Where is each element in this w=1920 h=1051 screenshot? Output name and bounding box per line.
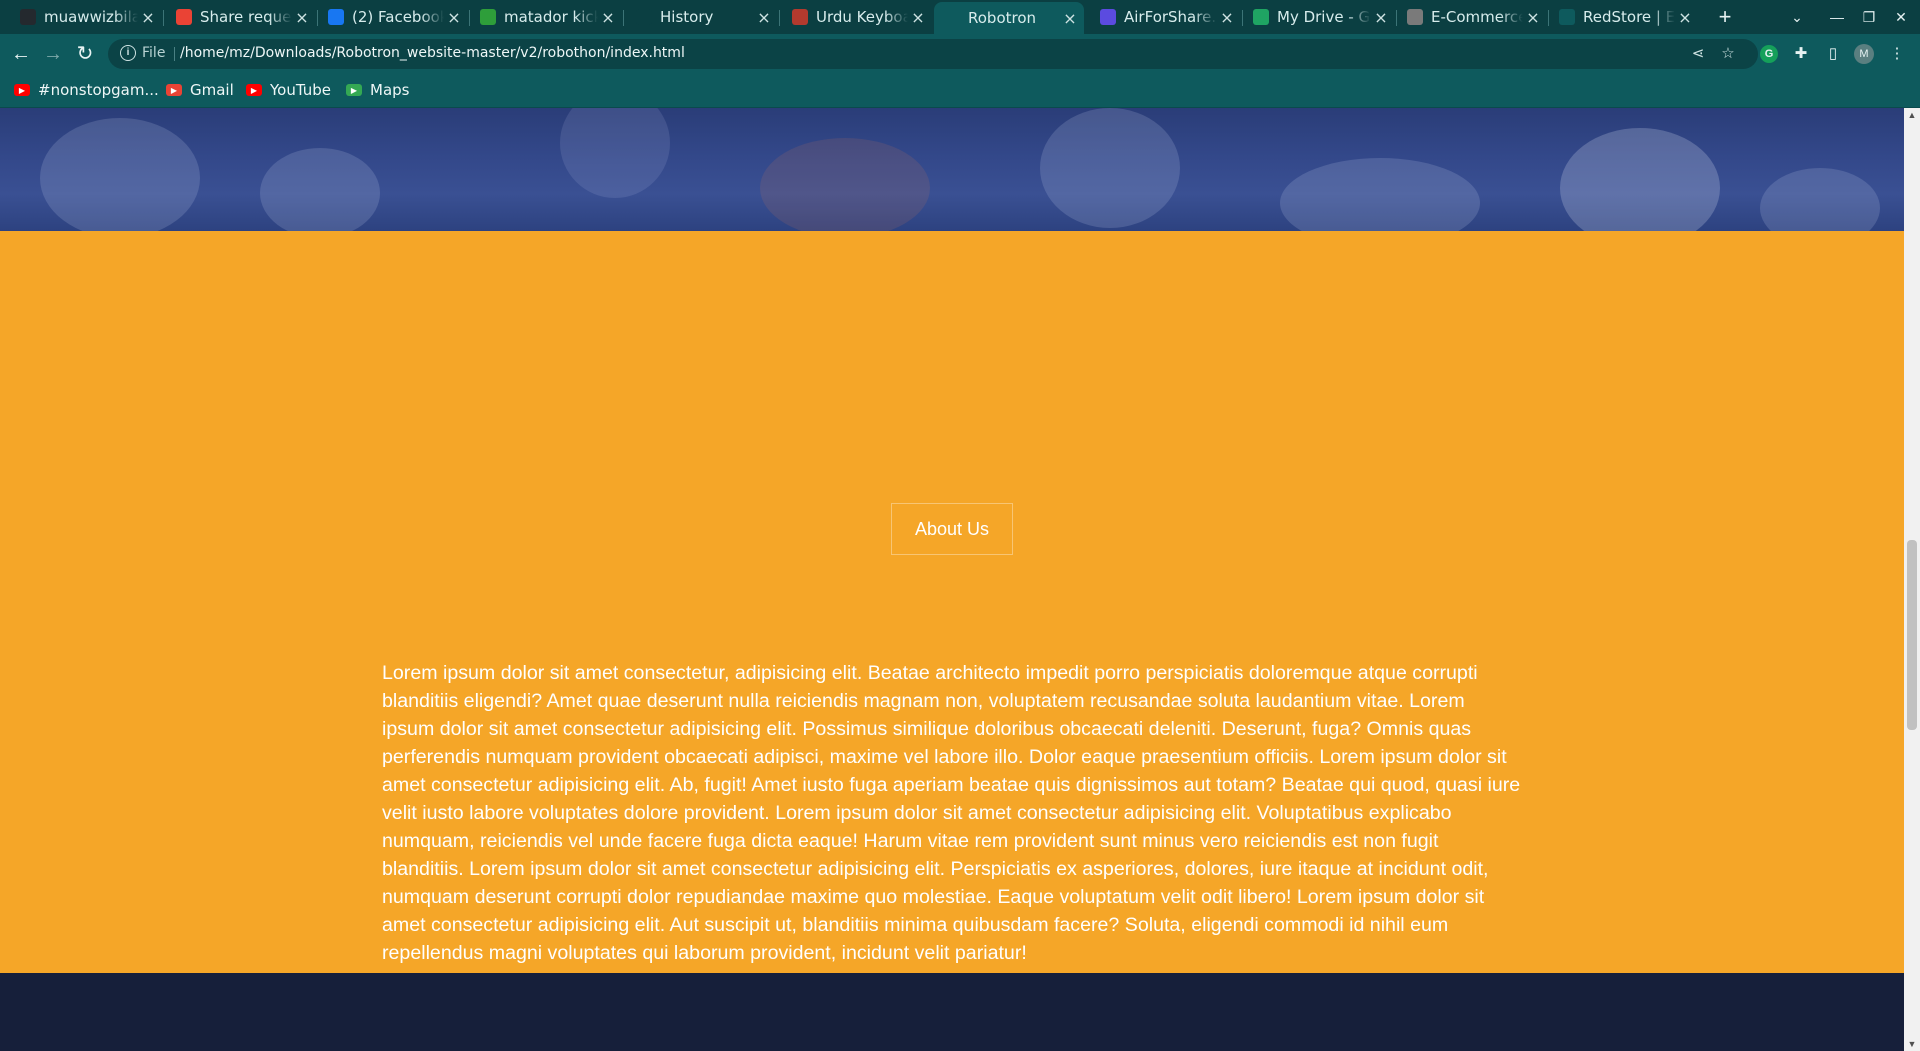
new-tab-button[interactable]: + (1712, 4, 1738, 30)
tab-title: Share reques (200, 8, 292, 26)
google-drive-icon (1253, 9, 1269, 25)
bookmark-3[interactable]: ▶ YouTube (246, 80, 331, 100)
tab-8[interactable]: AirForShare. × (1090, 2, 1241, 32)
restore-button[interactable]: ❐ (1854, 4, 1884, 30)
url-text[interactable]: /home/mz/Downloads/Robotron_website-mast… (180, 45, 685, 61)
page-viewport: About Us Lorem ipsum dolor sit amet cons… (0, 108, 1904, 1051)
reload-button[interactable]: ↻ (72, 41, 98, 67)
tab-2[interactable]: Share reques × (166, 2, 316, 32)
bookmark-1[interactable]: ▶ #nonstopgam... (14, 80, 159, 100)
tab-close-icon[interactable]: × (754, 8, 774, 27)
tab-title: Robotron (968, 9, 1037, 27)
tab-close-icon[interactable]: × (292, 8, 312, 27)
scrollbar-thumb[interactable] (1907, 540, 1917, 730)
share-icon[interactable]: ⋖ (1688, 44, 1708, 64)
youtube-icon: ▶ (246, 84, 262, 96)
tab-title: matador kick (504, 8, 598, 26)
about-section: About Us Lorem ipsum dolor sit amet cons… (0, 231, 1904, 973)
tab-close-icon[interactable]: × (1217, 8, 1237, 27)
more-menu-icon[interactable]: ⋮ (1886, 43, 1908, 65)
tab-title: My Drive - Go (1277, 8, 1371, 26)
bookmark-label: #nonstopgam... (38, 81, 159, 99)
tab-7[interactable]: Robotron × (934, 2, 1084, 34)
tab-close-icon[interactable]: × (598, 8, 618, 27)
tab-close-icon[interactable]: × (1523, 8, 1543, 27)
file-scheme-label: File (142, 45, 166, 61)
facebook-icon (328, 9, 344, 25)
tab-title: AirForShare. (1124, 8, 1217, 26)
tab-close-icon[interactable]: × (1675, 8, 1695, 27)
airforshare-icon (1100, 9, 1116, 25)
extensions-puzzle-icon[interactable]: ✚ (1790, 43, 1812, 65)
keyboard-icon (792, 9, 808, 25)
tab-title: Urdu Keyboa (816, 8, 908, 26)
side-panel-icon[interactable]: ▯ (1822, 43, 1844, 65)
bookmark-4[interactable]: ▶ Maps (346, 80, 409, 100)
profile-avatar[interactable]: M (1854, 44, 1874, 64)
bookmark-label: Gmail (190, 81, 234, 99)
bookmark-label: YouTube (270, 81, 331, 99)
globe-icon (1559, 9, 1575, 25)
tab-1[interactable]: muawwizbila × (10, 2, 162, 32)
tab-close-icon[interactable]: × (1060, 9, 1080, 28)
tab-title: (2) Facebook (352, 8, 444, 26)
tab-title: History (660, 8, 714, 26)
tab-11[interactable]: RedStore | Ec × (1549, 2, 1699, 32)
tab-strip: muawwizbila × Share reques × (2) Facebook × ma… (0, 0, 1920, 34)
tab-10[interactable]: E-Commerce × (1397, 2, 1547, 32)
page-icon (1407, 9, 1423, 25)
tab-6[interactable]: Urdu Keyboa × (782, 2, 932, 32)
browser-toolbar: ← → ↻ i File /home/mz/Downloads/Robotron… (0, 34, 1920, 74)
tab-title: RedStore | Ec (1583, 8, 1675, 26)
tab-9[interactable]: My Drive - Go × (1243, 2, 1395, 32)
green-app-icon (480, 9, 496, 25)
tab-title: E-Commerce (1431, 8, 1523, 26)
scroll-up-arrow-icon[interactable]: ▲ (1904, 108, 1920, 122)
hero-image (0, 108, 1904, 231)
about-us-button[interactable]: About Us (891, 503, 1013, 555)
tab-separator (779, 10, 780, 26)
tab-separator (163, 10, 164, 26)
globe-icon (944, 10, 960, 26)
site-info-icon[interactable]: i (120, 45, 136, 61)
tab-close-icon[interactable]: × (908, 8, 928, 27)
youtube-icon: ▶ (14, 84, 30, 96)
footer-section (0, 973, 1904, 1051)
maps-icon: ▶ (346, 84, 362, 96)
tab-close-icon[interactable]: × (138, 8, 158, 27)
close-window-button[interactable]: ✕ (1886, 4, 1916, 30)
gmail-icon: ▶ (166, 84, 182, 96)
bookmark-star-icon[interactable]: ☆ (1718, 44, 1738, 64)
forward-button[interactable]: → (40, 41, 66, 67)
history-icon (636, 9, 652, 25)
scroll-down-arrow-icon[interactable]: ▼ (1904, 1037, 1920, 1051)
tab-5[interactable]: History × (626, 2, 778, 32)
gmail-icon (176, 9, 192, 25)
grammarly-extension-icon[interactable]: G (1760, 45, 1778, 63)
tab-separator (623, 10, 624, 26)
minimize-button[interactable]: — (1822, 4, 1852, 30)
tab-title: muawwizbila (44, 8, 138, 26)
github-icon (20, 9, 36, 25)
page-scrollbar[interactable]: ▲ ▼ (1904, 108, 1920, 1051)
address-divider (174, 47, 175, 61)
address-bar[interactable]: i File /home/mz/Downloads/Robotron_websi… (108, 39, 1758, 69)
bookmarks-bar: ▶ #nonstopgam... ▶ Gmail ▶ YouTube ▶ Maps (0, 74, 1920, 108)
bookmark-label: Maps (370, 81, 410, 99)
tab-close-icon[interactable]: × (1371, 8, 1391, 27)
about-paragraph: Lorem ipsum dolor sit amet consectetur, … (382, 662, 1521, 964)
back-button[interactable]: ← (8, 41, 34, 67)
tab-4[interactable]: matador kick × (470, 2, 622, 32)
tab-close-icon[interactable]: × (444, 8, 464, 27)
bookmark-2[interactable]: ▶ Gmail (166, 80, 234, 100)
tab-search-chevron-icon[interactable]: ⌄ (1782, 4, 1812, 30)
tab-3[interactable]: (2) Facebook × (318, 2, 468, 32)
